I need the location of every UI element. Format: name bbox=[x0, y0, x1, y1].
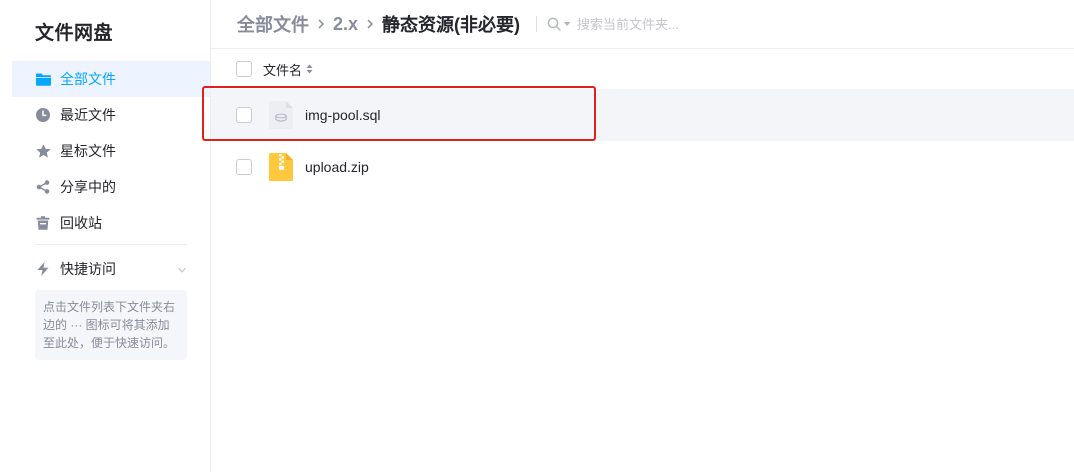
list-header: 文件名 bbox=[211, 49, 1074, 89]
sidebar-item-label: 分享中的 bbox=[60, 179, 116, 195]
sidebar-item-shared[interactable]: 分享中的 bbox=[12, 169, 210, 205]
lightning-icon bbox=[35, 261, 51, 277]
sidebar-item-all-files[interactable]: 全部文件 bbox=[12, 61, 210, 97]
search-icon[interactable] bbox=[547, 17, 561, 31]
sidebar-item-trash[interactable]: 回收站 bbox=[12, 205, 210, 241]
sidebar-item-recent[interactable]: 最近文件 bbox=[12, 97, 210, 133]
breadcrumb-item-version[interactable]: 2.x bbox=[333, 14, 358, 35]
sidebar-item-starred[interactable]: 星标文件 bbox=[12, 133, 210, 169]
trash-icon bbox=[35, 215, 51, 231]
search-box bbox=[547, 16, 778, 32]
file-name[interactable]: img-pool.sql bbox=[305, 107, 380, 123]
share-icon bbox=[35, 179, 51, 195]
file-row-checkbox[interactable] bbox=[236, 159, 252, 175]
file-name[interactable]: upload.zip bbox=[305, 159, 369, 175]
search-input[interactable] bbox=[577, 16, 778, 32]
clock-icon bbox=[35, 107, 51, 123]
chevron-right-icon bbox=[366, 18, 374, 30]
main-panel: 全部文件 2.x 静态资源(非必要) 文件名 bbox=[211, 0, 1074, 472]
chevron-right-icon bbox=[317, 18, 325, 30]
search-divider bbox=[536, 16, 538, 32]
sidebar-item-label: 回收站 bbox=[60, 215, 102, 231]
sidebar-divider bbox=[35, 244, 187, 245]
column-header-name[interactable]: 文件名 bbox=[263, 60, 313, 79]
breadcrumb-item-current: 静态资源(非必要) bbox=[382, 15, 521, 35]
zip-file-icon bbox=[268, 152, 294, 182]
sidebar-item-label: 星标文件 bbox=[60, 143, 116, 159]
column-header-label: 文件名 bbox=[263, 62, 303, 78]
chevron-down-icon bbox=[177, 262, 187, 278]
sidebar: 文件网盘 全部文件 最近文件 星标文件 分享中的 回收站 快捷访问 点击文件列表… bbox=[0, 0, 211, 472]
file-row[interactable]: img-pool.sql bbox=[211, 89, 1074, 141]
breadcrumb: 全部文件 2.x 静态资源(非必要) bbox=[211, 0, 1074, 49]
folder-icon bbox=[35, 71, 51, 87]
sql-file-icon bbox=[268, 100, 294, 130]
app-title: 文件网盘 bbox=[35, 23, 114, 44]
breadcrumb-item-root[interactable]: 全部文件 bbox=[237, 11, 309, 37]
quick-access-tip: 点击文件列表下文件夹右边的 ··· 图标可将其添加至此处，便于快速访问。 bbox=[35, 290, 187, 360]
quick-access-toggle[interactable]: 快捷访问 bbox=[35, 256, 187, 282]
search-scope-dropdown-icon[interactable] bbox=[563, 21, 571, 27]
select-all-checkbox[interactable] bbox=[236, 61, 252, 77]
star-icon bbox=[35, 143, 51, 159]
quick-access-label: 快捷访问 bbox=[60, 261, 116, 277]
sidebar-item-label: 全部文件 bbox=[60, 71, 116, 87]
sort-icon bbox=[306, 64, 313, 74]
sidebar-item-label: 最近文件 bbox=[60, 107, 116, 123]
file-row-checkbox[interactable] bbox=[236, 107, 252, 123]
file-row[interactable]: upload.zip bbox=[211, 141, 1074, 193]
